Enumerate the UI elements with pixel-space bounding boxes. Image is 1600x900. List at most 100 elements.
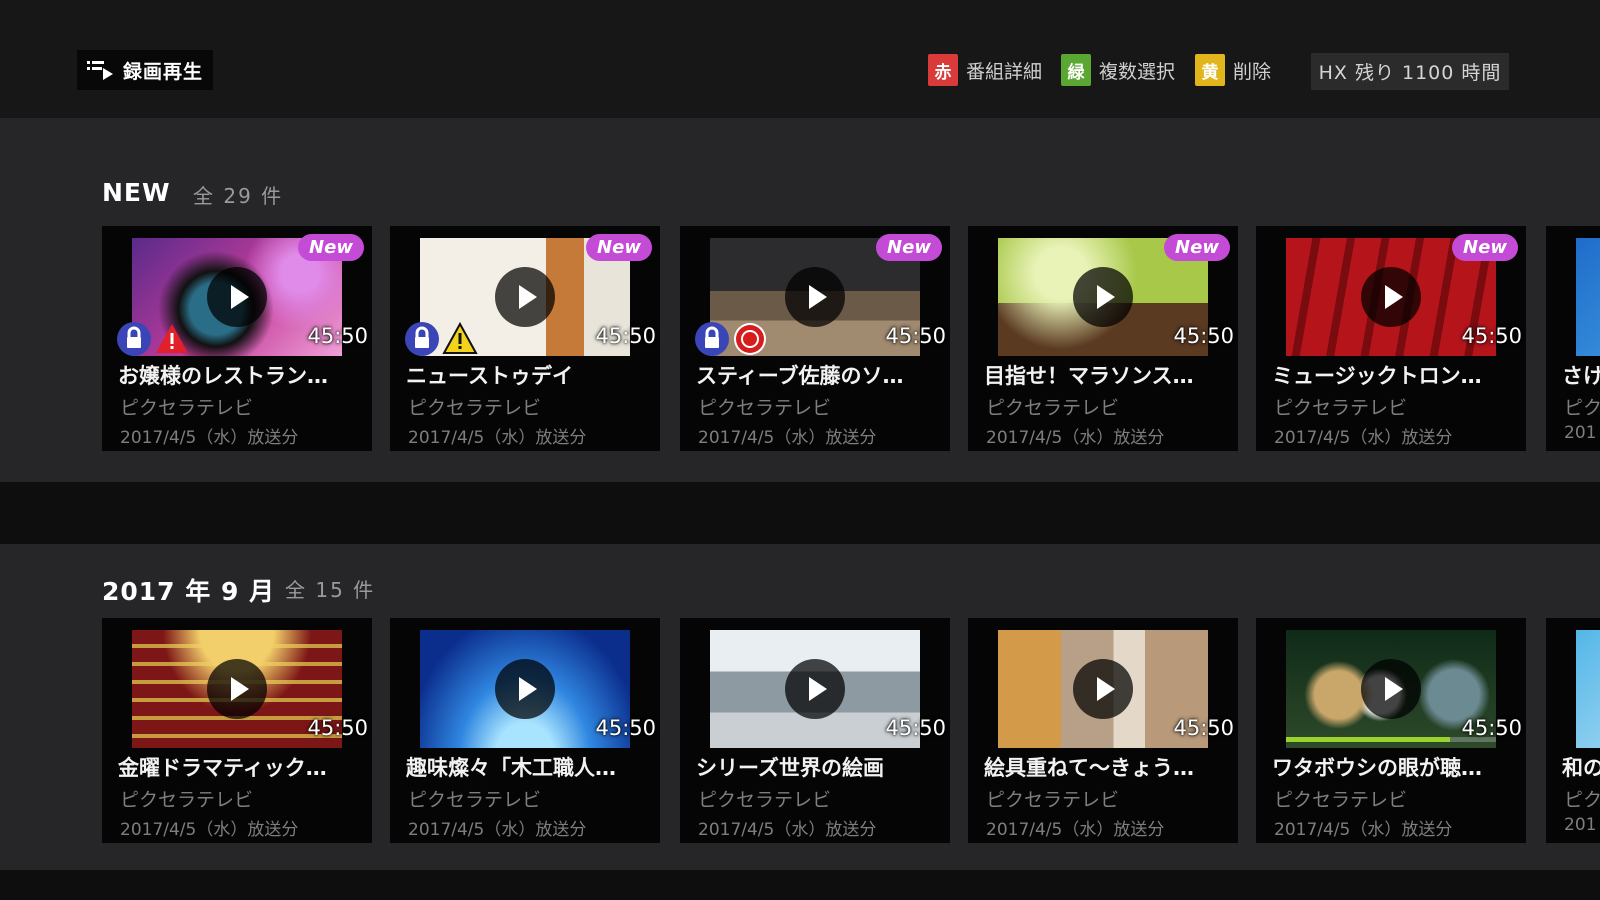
top-bar: 録画再生 赤 番組詳細 緑 複数選択 黄 削除 HX 残り 1100 時間 [0, 0, 1600, 118]
status-icons [404, 321, 478, 357]
recording-card[interactable]: さけ ピク 201 [1546, 226, 1600, 451]
status-icons [116, 321, 190, 357]
error-warning-icon [156, 324, 188, 353]
program-title: お嬢様のレストラン… [118, 364, 328, 388]
program-title: スティーブ佐藤のソ… [696, 364, 904, 388]
section-title: NEW [102, 178, 171, 207]
section-divider [0, 482, 1600, 544]
section-september-2017: 2017 年 9 月 全 15 件 45:50 金曜ドラマティック… ピクセラテ… [0, 544, 1600, 870]
channel-name: ピクセラテレビ [1274, 789, 1408, 811]
duration: 45:50 [1173, 716, 1234, 740]
channel-name: ピクセラテレビ [698, 397, 832, 419]
recording-card[interactable]: 45:50 シリーズ世界の絵画 ピクセラテレビ 2017/4/5（水）放送分 [680, 618, 950, 843]
broadcast-date: 2017/4/5（水）放送分 [698, 428, 877, 448]
recording-card[interactable]: New 45:50 ニューストゥデイ ピクセラテレビ 2017/4/5（水）放送… [390, 226, 660, 451]
broadcast-date: 2017/4/5（水）放送分 [408, 428, 587, 448]
recording-card[interactable]: New 45:50 スティーブ佐藤のソ… ピクセラテレビ 2017/4/5（水）… [680, 226, 950, 451]
playback-progress-fill [1286, 737, 1450, 742]
channel-name: ピク [1564, 789, 1600, 811]
new-badge: New [1164, 234, 1230, 261]
thumbnail-partial [1576, 238, 1600, 356]
duration: 45:50 [307, 324, 368, 348]
recording-card[interactable]: 45:50 ワタボウシの眼が聴… ピクセラテレビ 2017/4/5（水）放送分 [1256, 618, 1526, 843]
play-icon [785, 267, 845, 327]
recording-card[interactable]: 45:50 趣味燦々「木工職人… ピクセラテレビ 2017/4/5（水）放送分 [390, 618, 660, 843]
broadcast-date: 2017/4/5（水）放送分 [1274, 428, 1453, 448]
duration: 45:50 [307, 716, 368, 740]
lock-icon [117, 322, 151, 356]
section-new: NEW 全 29 件 New 45:50 お嬢様のレストラン… ピクセラテレビ … [0, 118, 1600, 482]
bottom-edge [0, 870, 1600, 900]
broadcast-date: 2017/4/5（水）放送分 [408, 820, 587, 840]
play-icon [1361, 267, 1421, 327]
duration: 45:50 [885, 324, 946, 348]
recording-card[interactable]: 45:50 絵具重ねて～きょう… ピクセラテレビ 2017/4/5（水）放送分 [968, 618, 1238, 843]
program-title: 金曜ドラマティック… [118, 756, 327, 780]
play-icon [785, 659, 845, 719]
channel-name: ピク [1564, 397, 1600, 419]
broadcast-date: 2017/4/5（水）放送分 [120, 428, 299, 448]
red-key-icon: 赤 [928, 54, 958, 86]
broadcast-date: 2017/4/5（水）放送分 [986, 820, 1165, 840]
program-title: 和の [1562, 756, 1600, 780]
duration: 45:50 [595, 716, 656, 740]
program-title: 絵具重ねて～きょう… [984, 756, 1194, 780]
broadcast-date: 201 [1564, 423, 1597, 443]
recording-card[interactable]: New 45:50 ミュージックトロン… ピクセラテレビ 2017/4/5（水）… [1256, 226, 1526, 451]
duration: 45:50 [885, 716, 946, 740]
channel-name: ピクセラテレビ [698, 789, 832, 811]
section-count: 全 15 件 [285, 578, 376, 602]
play-icon [1073, 267, 1133, 327]
legend-yellow-delete: 黄 削除 [1195, 54, 1271, 86]
program-title: さけ [1562, 364, 1600, 388]
duration: 45:50 [1461, 716, 1522, 740]
recording-card[interactable]: 45:50 金曜ドラマティック… ピクセラテレビ 2017/4/5（水）放送分 [102, 618, 372, 843]
broadcast-date: 2017/4/5（水）放送分 [1274, 820, 1453, 840]
caution-icon [442, 321, 478, 354]
new-badge: New [876, 234, 942, 261]
broadcast-date: 201 [1564, 815, 1597, 835]
program-title: 趣味燦々「木工職人… [406, 756, 616, 780]
app-title: 録画再生 [77, 50, 214, 90]
channel-name: ピクセラテレビ [408, 397, 542, 419]
play-icon [495, 659, 555, 719]
lock-icon [695, 322, 729, 356]
channel-name: ピクセラテレビ [986, 397, 1120, 419]
broadcast-date: 2017/4/5（水）放送分 [698, 820, 877, 840]
recording-card[interactable]: New 45:50 お嬢様のレストラン… ピクセラテレビ 2017/4/5（水）… [102, 226, 372, 451]
recording-playback-screen: 録画再生 赤 番組詳細 緑 複数選択 黄 削除 HX 残り 1100 時間 NE… [0, 0, 1600, 900]
channel-name: ピクセラテレビ [408, 789, 542, 811]
program-title: シリーズ世界の絵画 [696, 756, 884, 780]
program-title: ワタボウシの眼が聴… [1272, 756, 1482, 780]
channel-name: ピクセラテレビ [120, 397, 254, 419]
legend-red-label: 番組詳細 [966, 60, 1043, 83]
section-count: 全 29 件 [193, 184, 284, 208]
play-icon [207, 267, 267, 327]
status-icons [694, 321, 768, 357]
broadcast-date: 2017/4/5（水）放送分 [986, 428, 1165, 448]
play-icon [207, 659, 267, 719]
program-title: ミュージックトロン… [1272, 364, 1482, 388]
play-icon [1361, 659, 1421, 719]
duration: 45:50 [595, 324, 656, 348]
legend-green-label: 複数選択 [1099, 60, 1176, 83]
duration: 45:50 [1461, 324, 1522, 348]
recording-card[interactable]: 和の ピク 201 [1546, 618, 1600, 843]
thumbnail-partial [1576, 630, 1600, 748]
recording-card[interactable]: New 45:50 目指せ！マラソンス… ピクセラテレビ 2017/4/5（水）… [968, 226, 1238, 451]
new-badge: New [1452, 234, 1518, 261]
legend-green-multi-select: 緑 複数選択 [1061, 54, 1175, 86]
recording-icon [734, 323, 766, 355]
program-title: ニューストゥデイ [406, 364, 573, 388]
storage-remaining-badge: HX 残り 1100 時間 [1311, 53, 1509, 90]
playlist-play-icon [87, 61, 113, 80]
channel-name: ピクセラテレビ [120, 789, 254, 811]
channel-name: ピクセラテレビ [1274, 397, 1408, 419]
play-icon [1073, 659, 1133, 719]
green-key-icon: 緑 [1061, 54, 1091, 86]
section-title: 2017 年 9 月 [102, 577, 276, 606]
channel-name: ピクセラテレビ [986, 789, 1120, 811]
legend-yellow-label: 削除 [1233, 60, 1272, 83]
play-icon [495, 267, 555, 327]
lock-icon [405, 322, 439, 356]
